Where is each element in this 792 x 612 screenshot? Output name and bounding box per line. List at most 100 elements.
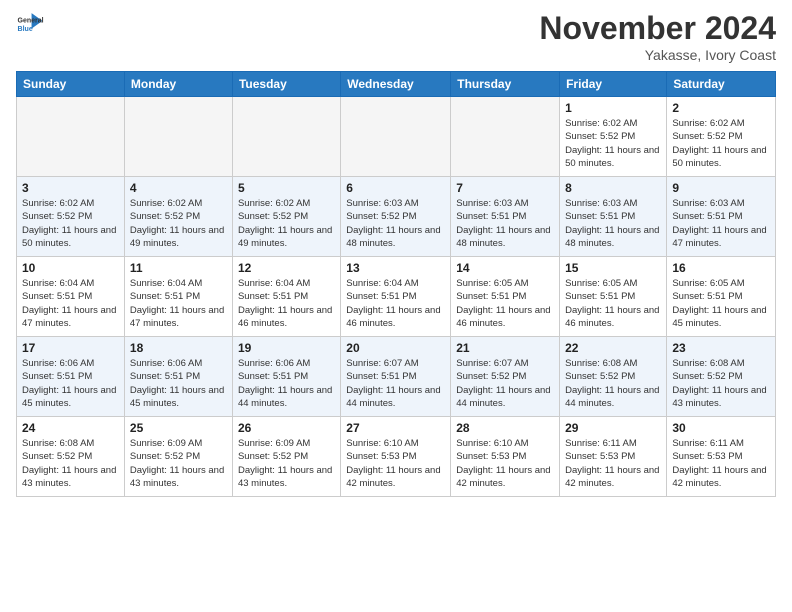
calendar-cell: 15 Sunrise: 6:05 AMSunset: 5:51 PMDayligh… (560, 257, 667, 337)
day-number: 7 (456, 181, 554, 195)
calendar-cell: 2 Sunrise: 6:02 AMSunset: 5:52 PMDaylight… (667, 97, 776, 177)
calendar-cell: 4Sunrise: 6:02 AMSunset: 5:52 PMDaylight… (124, 177, 232, 257)
calendar-cell (341, 97, 451, 177)
day-info: Sunrise: 6:09 AMSunset: 5:52 PMDaylight:… (130, 437, 227, 490)
day-number: 20 (346, 341, 445, 355)
day-info: Sunrise: 6:04 AMSunset: 5:51 PMDaylight:… (130, 277, 227, 330)
day-number: 2 (672, 101, 770, 115)
day-info: Sunrise: 6:03 AMSunset: 5:51 PMDaylight:… (565, 197, 661, 250)
col-tuesday: Tuesday (232, 72, 340, 97)
calendar-cell (17, 97, 125, 177)
day-number: 13 (346, 261, 445, 275)
day-info: Sunrise: 6:07 AMSunset: 5:51 PMDaylight:… (346, 357, 445, 410)
day-number: 16 (672, 261, 770, 275)
col-thursday: Thursday (451, 72, 560, 97)
calendar-cell: 30 Sunrise: 6:11 AMSunset: 5:53 PMDayligh… (667, 417, 776, 497)
day-number: 9 (672, 181, 770, 195)
day-info: Sunrise: 6:06 AMSunset: 5:51 PMDaylight:… (238, 357, 335, 410)
location: Yakasse, Ivory Coast (539, 47, 776, 63)
day-info: Sunrise: 6:02 AMSunset: 5:52 PMDaylight:… (672, 117, 770, 170)
day-info: Sunrise: 6:02 AMSunset: 5:52 PMDaylight:… (130, 197, 227, 250)
day-number: 29 (565, 421, 661, 435)
day-number: 15 (565, 261, 661, 275)
day-number: 3 (22, 181, 119, 195)
day-number: 26 (238, 421, 335, 435)
calendar-cell: 18 Sunrise: 6:06 AMSunset: 5:51 PMDayligh… (124, 337, 232, 417)
calendar-cell: 20 Sunrise: 6:07 AMSunset: 5:51 PMDayligh… (341, 337, 451, 417)
day-number: 18 (130, 341, 227, 355)
day-info: Sunrise: 6:04 AMSunset: 5:51 PMDaylight:… (238, 277, 335, 330)
day-number: 28 (456, 421, 554, 435)
day-number: 8 (565, 181, 661, 195)
calendar-cell: 3 Sunrise: 6:02 AMSunset: 5:52 PMDaylight… (17, 177, 125, 257)
calendar-cell: 9 Sunrise: 6:03 AMSunset: 5:51 PMDaylight… (667, 177, 776, 257)
logo: General Blue (16, 10, 44, 38)
col-friday: Friday (560, 72, 667, 97)
day-info: Sunrise: 6:03 AMSunset: 5:51 PMDaylight:… (456, 197, 554, 250)
day-info: Sunrise: 6:07 AMSunset: 5:52 PMDaylight:… (456, 357, 554, 410)
day-number: 12 (238, 261, 335, 275)
calendar-cell: 7 Sunrise: 6:03 AMSunset: 5:51 PMDaylight… (451, 177, 560, 257)
calendar-week-row: 17Sunrise: 6:06 AMSunset: 5:51 PMDayligh… (17, 337, 776, 417)
calendar-cell: 14Sunrise: 6:05 AMSunset: 5:51 PMDayligh… (451, 257, 560, 337)
calendar-cell: 16Sunrise: 6:05 AMSunset: 5:51 PMDayligh… (667, 257, 776, 337)
day-number: 6 (346, 181, 445, 195)
calendar-cell: 10Sunrise: 6:04 AMSunset: 5:51 PMDayligh… (17, 257, 125, 337)
title-block: November 2024 Yakasse, Ivory Coast (539, 10, 776, 63)
calendar-cell: 13 Sunrise: 6:04 AMSunset: 5:51 PMDayligh… (341, 257, 451, 337)
day-info: Sunrise: 6:08 AMSunset: 5:52 PMDaylight:… (22, 437, 119, 490)
calendar-table: Sunday Monday Tuesday Wednesday Thursday… (16, 71, 776, 497)
page: General Blue November 2024 Yakasse, Ivor… (0, 0, 792, 507)
day-info: Sunrise: 6:11 AMSunset: 5:53 PMDaylight:… (565, 437, 661, 490)
svg-text:General: General (18, 17, 44, 24)
calendar-cell: 28 Sunrise: 6:10 AMSunset: 5:53 PMDayligh… (451, 417, 560, 497)
day-number: 5 (238, 181, 335, 195)
calendar-cell: 19 Sunrise: 6:06 AMSunset: 5:51 PMDayligh… (232, 337, 340, 417)
calendar-week-row: 24 Sunrise: 6:08 AMSunset: 5:52 PMDayligh… (17, 417, 776, 497)
day-number: 21 (456, 341, 554, 355)
day-info: Sunrise: 6:02 AMSunset: 5:52 PMDaylight:… (565, 117, 661, 170)
day-info: Sunrise: 6:10 AMSunset: 5:53 PMDaylight:… (456, 437, 554, 490)
calendar-cell: 29 Sunrise: 6:11 AMSunset: 5:53 PMDayligh… (560, 417, 667, 497)
day-info: Sunrise: 6:04 AMSunset: 5:51 PMDaylight:… (346, 277, 445, 330)
day-info: Sunrise: 6:05 AMSunset: 5:51 PMDaylight:… (456, 277, 554, 330)
day-info: Sunrise: 6:08 AMSunset: 5:52 PMDaylight:… (565, 357, 661, 410)
day-number: 27 (346, 421, 445, 435)
calendar-cell: 22 Sunrise: 6:08 AMSunset: 5:52 PMDayligh… (560, 337, 667, 417)
calendar-cell (232, 97, 340, 177)
day-number: 22 (565, 341, 661, 355)
day-info: Sunrise: 6:05 AMSunset: 5:51 PMDaylight:… (565, 277, 661, 330)
day-number: 30 (672, 421, 770, 435)
day-info: Sunrise: 6:09 AMSunset: 5:52 PMDaylight:… (238, 437, 335, 490)
day-info: Sunrise: 6:03 AMSunset: 5:51 PMDaylight:… (672, 197, 770, 250)
calendar-cell: 17Sunrise: 6:06 AMSunset: 5:51 PMDayligh… (17, 337, 125, 417)
calendar-cell: 21 Sunrise: 6:07 AMSunset: 5:52 PMDayligh… (451, 337, 560, 417)
calendar-cell: 11Sunrise: 6:04 AMSunset: 5:51 PMDayligh… (124, 257, 232, 337)
calendar-week-row: 1Sunrise: 6:02 AMSunset: 5:52 PMDaylight… (17, 97, 776, 177)
calendar-cell: 6 Sunrise: 6:03 AMSunset: 5:52 PMDaylight… (341, 177, 451, 257)
day-number: 24 (22, 421, 119, 435)
calendar-cell: 24 Sunrise: 6:08 AMSunset: 5:52 PMDayligh… (17, 417, 125, 497)
calendar-cell: 25Sunrise: 6:09 AMSunset: 5:52 PMDayligh… (124, 417, 232, 497)
day-info: Sunrise: 6:03 AMSunset: 5:52 PMDaylight:… (346, 197, 445, 250)
day-info: Sunrise: 6:06 AMSunset: 5:51 PMDaylight:… (130, 357, 227, 410)
col-monday: Monday (124, 72, 232, 97)
month-title: November 2024 (539, 10, 776, 47)
day-number: 19 (238, 341, 335, 355)
calendar-cell: 8 Sunrise: 6:03 AMSunset: 5:51 PMDaylight… (560, 177, 667, 257)
calendar-cell (451, 97, 560, 177)
calendar-cell: 23Sunrise: 6:08 AMSunset: 5:52 PMDayligh… (667, 337, 776, 417)
col-sunday: Sunday (17, 72, 125, 97)
day-info: Sunrise: 6:10 AMSunset: 5:53 PMDaylight:… (346, 437, 445, 490)
day-info: Sunrise: 6:04 AMSunset: 5:51 PMDaylight:… (22, 277, 119, 330)
calendar-cell: 27 Sunrise: 6:10 AMSunset: 5:53 PMDayligh… (341, 417, 451, 497)
svg-text:Blue: Blue (18, 26, 33, 33)
day-info: Sunrise: 6:06 AMSunset: 5:51 PMDaylight:… (22, 357, 119, 410)
calendar-header-row: Sunday Monday Tuesday Wednesday Thursday… (17, 72, 776, 97)
day-info: Sunrise: 6:02 AMSunset: 5:52 PMDaylight:… (238, 197, 335, 250)
day-info: Sunrise: 6:11 AMSunset: 5:53 PMDaylight:… (672, 437, 770, 490)
calendar-cell (124, 97, 232, 177)
day-info: Sunrise: 6:02 AMSunset: 5:52 PMDaylight:… (22, 197, 119, 250)
logo-icon: General Blue (16, 10, 44, 38)
header: General Blue November 2024 Yakasse, Ivor… (16, 10, 776, 63)
